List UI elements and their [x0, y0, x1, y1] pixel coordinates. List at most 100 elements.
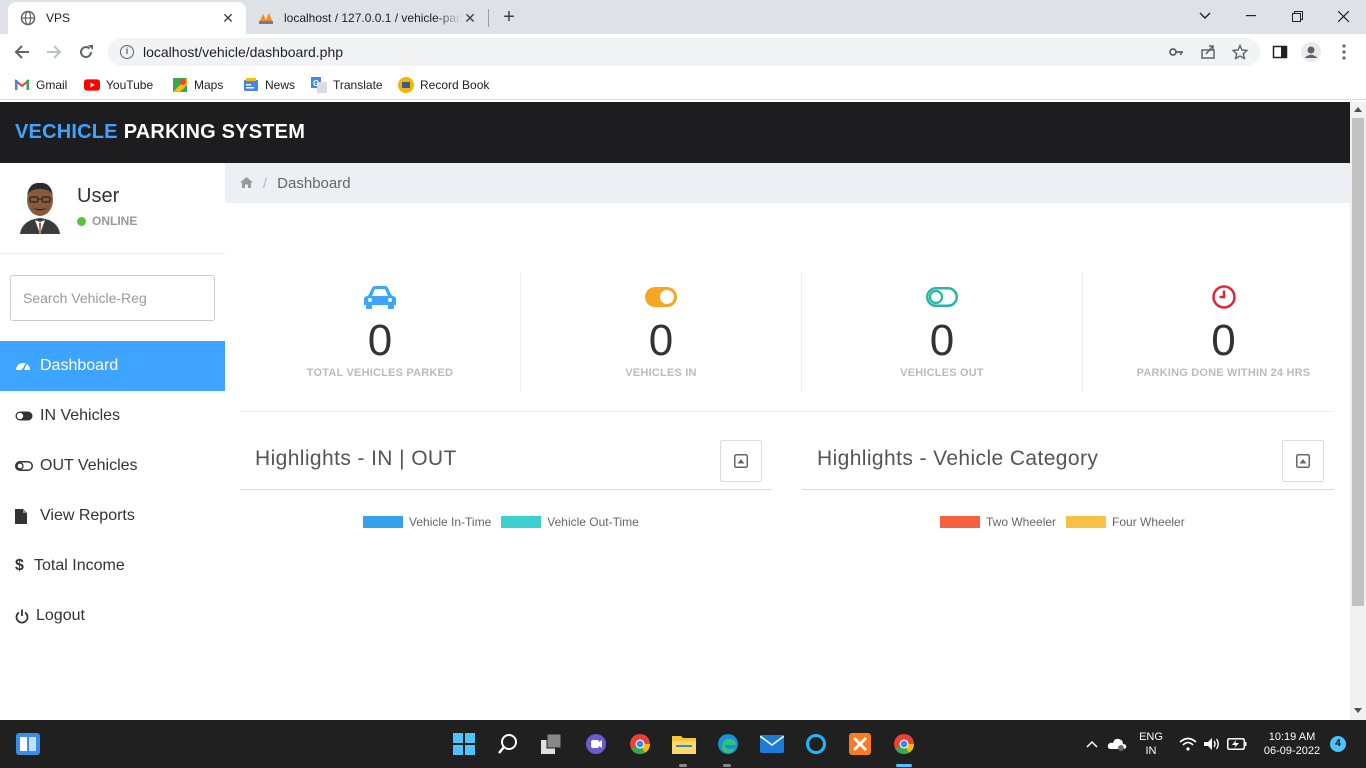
bookmark-record-book[interactable]: Record Book — [398, 76, 489, 94]
onedrive-icon[interactable] — [1106, 732, 1128, 756]
record-book-icon — [398, 77, 414, 93]
start-icon[interactable] — [452, 732, 476, 756]
legend-item[interactable]: Two Wheeler — [940, 515, 1056, 529]
stat-total-vehicles-parked: 0 TOTAL VEHICLES PARKED — [240, 272, 521, 392]
brand-accent: VECHICLE — [15, 121, 118, 143]
main-content: / Dashboard 0 TOTAL VEHICLES PARKED 0 VE… — [225, 163, 1350, 720]
sidebar-item-total-income[interactable]: $ Total Income — [0, 541, 225, 591]
volume-icon[interactable] — [1202, 732, 1222, 756]
legend-item[interactable]: Four Wheeler — [1066, 515, 1185, 529]
legend-item[interactable]: Vehicle Out-Time — [501, 515, 639, 529]
task-view-icon[interactable] — [540, 732, 564, 756]
battery-icon[interactable] — [1226, 732, 1248, 756]
sidebar-item-label: OUT Vehicles — [40, 457, 138, 474]
legend-swatch — [363, 516, 403, 528]
tab-vps[interactable]: VPS ✕ — [8, 2, 246, 34]
file-explorer-icon[interactable] — [672, 732, 696, 756]
stat-value: 0 — [929, 316, 955, 365]
teams-chat-icon[interactable] — [584, 732, 608, 756]
globe-icon — [20, 10, 36, 26]
running-indicator — [679, 764, 687, 767]
dashboard-icon — [15, 358, 33, 374]
clock[interactable]: 10:19 AM 06-09-2022 — [1254, 730, 1330, 758]
key-icon[interactable] — [1166, 42, 1186, 62]
notification-count: 4 — [1335, 738, 1341, 749]
new-tab-button[interactable]: + — [498, 6, 520, 28]
stat-label: VEHICLES IN — [625, 367, 697, 379]
scroll-down-arrow-icon[interactable] — [1354, 708, 1362, 713]
youtube-icon — [84, 77, 100, 93]
reload-button[interactable] — [74, 40, 98, 64]
file-icon — [15, 508, 33, 524]
sidebar-item-out-vehicles[interactable]: OUT Vehicles — [0, 441, 225, 491]
bookmark-youtube[interactable]: YouTube — [84, 76, 153, 94]
bookmarks-bar: Gmail YouTube Maps News G Translate Reco… — [0, 70, 1366, 100]
sidebar-item-dashboard[interactable]: Dashboard — [0, 341, 225, 391]
scroll-up-arrow-icon[interactable] — [1354, 107, 1362, 112]
page-scrollbar[interactable] — [1350, 102, 1366, 720]
search-icon[interactable] — [496, 732, 520, 756]
sidebar-item-label: Dashboard — [40, 357, 119, 374]
region-code: IN — [1145, 745, 1157, 757]
tab-title: localhost / 127.0.0.1 / vehicle-parking — [284, 11, 462, 25]
stat-value: 0 — [367, 316, 393, 365]
forward-button[interactable] — [42, 40, 66, 64]
side-panel-icon[interactable] — [1270, 42, 1290, 62]
news-icon — [243, 77, 259, 93]
panel-highlights-vehicle-category: Highlights - Vehicle Category — [802, 430, 1334, 490]
widgets-icon[interactable] — [16, 732, 40, 756]
mail-icon[interactable] — [760, 732, 784, 756]
address-bar[interactable]: i localhost/vehicle/dashboard.php — [108, 38, 1260, 66]
breadcrumb: / Dashboard — [225, 163, 1350, 203]
chrome-active-icon[interactable] — [892, 732, 916, 756]
web-page: VECHICLE PARKING SYSTEM User ONLINE Sear… — [0, 102, 1350, 720]
home-icon[interactable] — [240, 175, 253, 192]
chrome-icon[interactable] — [628, 732, 652, 756]
stat-vehicles-in: 0 VEHICLES IN — [521, 272, 802, 392]
bookmark-maps[interactable]: Maps — [172, 76, 223, 94]
taskbar: ENG IN 10:19 AM 06-09-2022 4 — [0, 720, 1366, 768]
tab-search-chevron-icon[interactable] — [1182, 0, 1228, 32]
tray-overflow-chevron-icon[interactable] — [1082, 732, 1102, 756]
restore-button[interactable] — [1274, 0, 1320, 32]
running-indicator — [723, 764, 731, 767]
xampp-icon[interactable] — [848, 732, 872, 756]
bookmark-news[interactable]: News — [243, 76, 295, 94]
bookmark-star-icon[interactable] — [1230, 42, 1250, 62]
profile-avatar-icon[interactable] — [1301, 42, 1321, 62]
status-badge: ONLINE — [77, 214, 137, 228]
bookmark-translate[interactable]: G Translate — [311, 76, 383, 94]
close-window-button[interactable] — [1320, 0, 1366, 32]
tab-phpmyadmin[interactable]: localhost / 127.0.0.1 / vehicle-parking … — [250, 2, 488, 34]
legend-item[interactable]: Vehicle In-Time — [363, 515, 491, 529]
sidebar-item-view-reports[interactable]: View Reports — [0, 491, 225, 541]
sidebar-item-logout[interactable]: Logout — [0, 591, 225, 641]
legend-swatch — [940, 516, 980, 528]
legend-swatch — [1066, 516, 1107, 528]
sidebar-item-in-vehicles[interactable]: IN Vehicles — [0, 391, 225, 441]
translate-icon: G — [311, 77, 327, 93]
search-input[interactable] — [10, 275, 215, 321]
panel-collapse-button[interactable] — [1282, 440, 1324, 482]
scrollbar-thumb[interactable] — [1352, 118, 1364, 606]
browser-menu-icon[interactable] — [1334, 42, 1354, 62]
brand-name: PARKING SYSTEM — [123, 121, 306, 143]
site-info-icon[interactable]: i — [120, 45, 134, 59]
notification-badge[interactable]: 4 — [1330, 736, 1346, 752]
edge-icon[interactable] — [716, 732, 740, 756]
close-tab-icon[interactable]: ✕ — [220, 10, 236, 26]
panel-collapse-button[interactable] — [720, 440, 762, 482]
stat-label: VEHICLES OUT — [900, 367, 984, 379]
app-header: VECHICLE PARKING SYSTEM — [0, 102, 1350, 163]
cortana-icon[interactable] — [804, 732, 828, 756]
bookmark-gmail[interactable]: Gmail — [14, 76, 67, 94]
share-icon[interactable] — [1198, 42, 1218, 62]
language-indicator[interactable]: ENG IN — [1136, 730, 1166, 758]
stat-value: 0 — [1211, 316, 1236, 365]
chart-legend-vehicle-category: Two Wheeler Four Wheeler — [940, 514, 1195, 530]
minimize-button[interactable] — [1228, 0, 1274, 32]
running-indicator-active — [896, 764, 912, 767]
back-button[interactable] — [10, 40, 34, 64]
wifi-icon[interactable] — [1178, 732, 1198, 756]
close-tab-icon[interactable]: ✕ — [462, 10, 478, 26]
